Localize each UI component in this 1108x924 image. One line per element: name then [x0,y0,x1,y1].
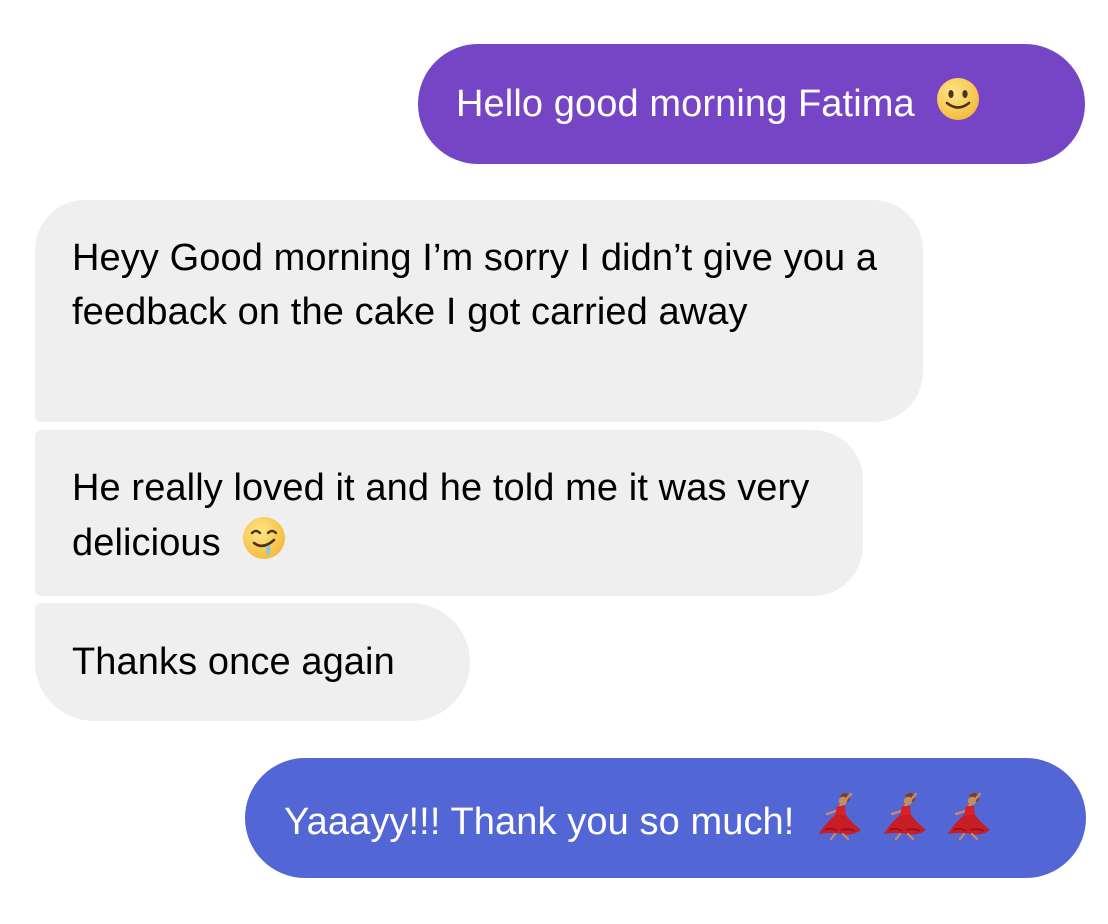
message-text: He really loved it and he told me it was… [72,467,810,564]
drooling-face-icon [241,515,287,576]
message-text: Heyy Good morning I’m sorry I didn’t giv… [72,237,878,333]
outgoing-message-bubble[interactable]: Hello good morning Fatima [418,44,1085,164]
woman-dancing-icon [944,790,994,855]
incoming-message-bubble[interactable]: Heyy Good morning I’m sorry I didn’t giv… [35,200,923,422]
woman-dancing-icon [880,790,930,855]
incoming-message-bubble[interactable]: Thanks once again [35,603,470,721]
incoming-message-bubble[interactable]: He really loved it and he told me it was… [35,430,863,596]
woman-dancing-icon [815,790,865,855]
slightly-smiling-face-icon [935,76,981,137]
message-text: Hello good morning Fatima [456,83,915,125]
outgoing-message-bubble[interactable]: Yaaayy!!! Thank you so much! [245,758,1086,878]
message-text: Thanks once again [72,641,395,683]
message-text: Yaaayy!!! Thank you so much! [284,801,795,843]
